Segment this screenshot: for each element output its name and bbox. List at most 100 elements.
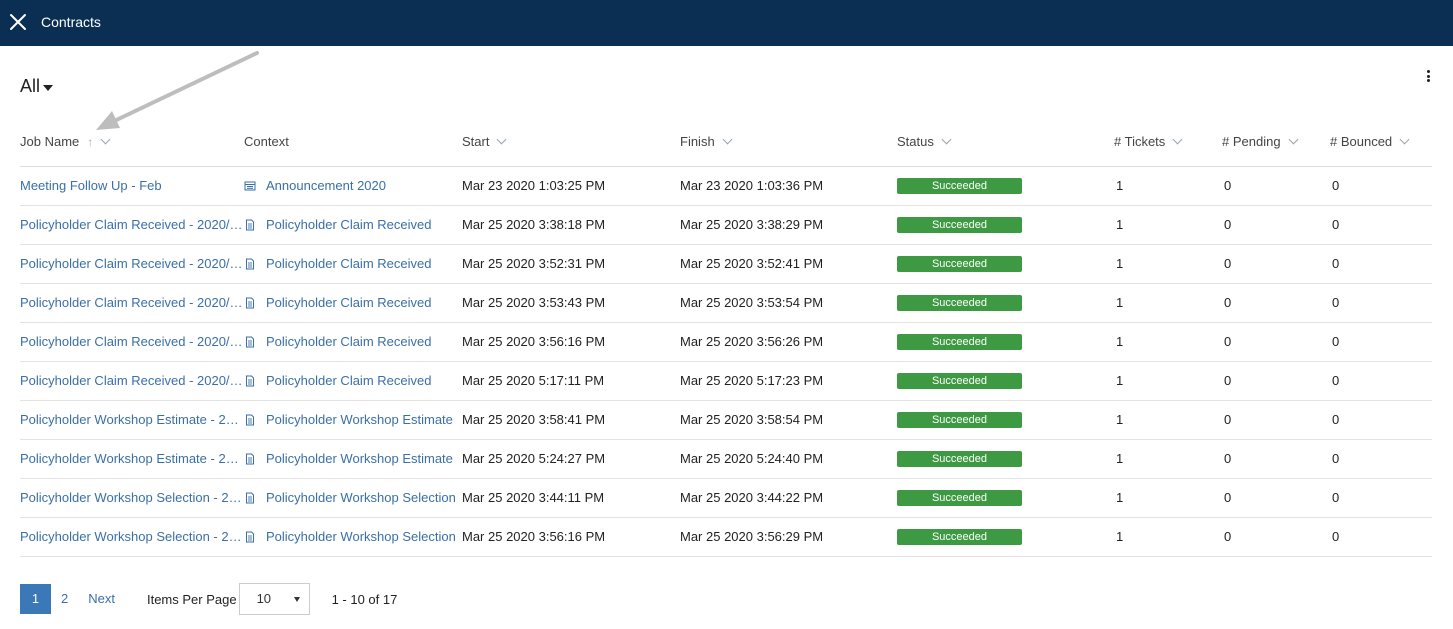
tickets-cell: 1 bbox=[1114, 478, 1222, 518]
table-row[interactable]: Meeting Follow Up - Feb Announcement 2020… bbox=[20, 166, 1432, 206]
table-row[interactable]: Policyholder Workshop Estimate - 2020/03… bbox=[20, 400, 1432, 440]
tickets-cell: 1 bbox=[1114, 322, 1222, 362]
job-name-link[interactable]: Policyholder Workshop Selection - 2020/0… bbox=[20, 478, 244, 518]
context-cell: Policyholder Workshop Estimate bbox=[244, 400, 462, 440]
start-cell: Mar 25 2020 3:56:16 PM bbox=[462, 517, 680, 557]
page-2-button[interactable]: 2 bbox=[51, 584, 78, 614]
job-name-link[interactable]: Policyholder Claim Received - 2020/03/25 bbox=[20, 244, 244, 284]
job-name-link[interactable]: Policyholder Claim Received - 2020/03/25 bbox=[20, 322, 244, 362]
table-row[interactable]: Policyholder Claim Received - 2020/03/25… bbox=[20, 205, 1432, 245]
start-cell: Mar 23 2020 1:03:25 PM bbox=[462, 166, 680, 206]
column-header-bounced[interactable]: # Bounced bbox=[1330, 118, 1432, 167]
page-title: Contracts bbox=[41, 14, 101, 30]
document-icon bbox=[244, 492, 256, 504]
start-cell: Mar 25 2020 5:24:27 PM bbox=[462, 439, 680, 479]
page-1-button[interactable]: 1 bbox=[20, 584, 51, 614]
job-name-link[interactable]: Policyholder Claim Received - 2020/03/25 bbox=[20, 283, 244, 323]
filter-dropdown[interactable]: All bbox=[20, 76, 54, 97]
finish-cell: Mar 25 2020 3:52:41 PM bbox=[680, 244, 897, 284]
column-header-status[interactable]: Status bbox=[897, 118, 1114, 167]
status-badge: Succeeded bbox=[897, 334, 1022, 350]
table-row[interactable]: Policyholder Workshop Estimate - 2020/03… bbox=[20, 439, 1432, 479]
chevron-down-icon[interactable] bbox=[722, 134, 733, 145]
job-name-link[interactable]: Policyholder Claim Received - 2020/03/25 bbox=[20, 361, 244, 401]
context-link[interactable]: Policyholder Workshop Estimate bbox=[266, 412, 453, 427]
table-row[interactable]: Policyholder Workshop Selection - 2020/0… bbox=[20, 517, 1432, 557]
table-row[interactable]: Policyholder Claim Received - 2020/03/25… bbox=[20, 244, 1432, 284]
bounced-cell: 0 bbox=[1330, 439, 1432, 479]
start-cell: Mar 25 2020 3:52:31 PM bbox=[462, 244, 680, 284]
context-link[interactable]: Policyholder Workshop Estimate bbox=[266, 451, 453, 466]
job-name-link[interactable]: Policyholder Claim Received - 2020/03/25 bbox=[20, 205, 244, 245]
context-link[interactable]: Policyholder Workshop Selection bbox=[266, 490, 456, 505]
start-cell: Mar 25 2020 3:44:11 PM bbox=[462, 478, 680, 518]
filter-value: All bbox=[20, 76, 41, 96]
context-link[interactable]: Policyholder Claim Received bbox=[266, 373, 431, 388]
bounced-cell: 0 bbox=[1330, 322, 1432, 362]
chevron-down-icon[interactable] bbox=[1288, 134, 1299, 145]
table-row[interactable]: Policyholder Claim Received - 2020/03/25… bbox=[20, 361, 1432, 401]
start-cell: Mar 25 2020 3:38:18 PM bbox=[462, 205, 680, 245]
chevron-down-icon[interactable] bbox=[1399, 134, 1410, 145]
close-icon[interactable] bbox=[8, 12, 28, 32]
context-cell: Policyholder Claim Received bbox=[244, 244, 462, 284]
status-cell: Succeeded bbox=[897, 361, 1114, 401]
job-name-link[interactable]: Policyholder Workshop Estimate - 2020/03… bbox=[20, 400, 244, 440]
start-cell: Mar 25 2020 3:58:41 PM bbox=[462, 400, 680, 440]
pending-cell: 0 bbox=[1222, 205, 1330, 245]
chevron-down-icon[interactable] bbox=[941, 134, 952, 145]
column-header-label: Finish bbox=[680, 134, 715, 150]
table-row[interactable]: Policyholder Claim Received - 2020/03/25… bbox=[20, 322, 1432, 362]
pending-cell: 0 bbox=[1222, 166, 1330, 206]
job-name-link[interactable]: Policyholder Workshop Estimate - 2020/03… bbox=[20, 439, 244, 479]
table-body: Meeting Follow Up - Feb Announcement 2020… bbox=[20, 166, 1432, 557]
results-range: 1 - 10 of 17 bbox=[331, 591, 398, 607]
jobs-table: Job Name ↑ Context Start Finish Status # Ticke… bbox=[20, 118, 1432, 557]
job-name-link[interactable]: Meeting Follow Up - Feb bbox=[20, 166, 244, 206]
chevron-down-icon[interactable] bbox=[1172, 134, 1183, 145]
context-link[interactable]: Policyholder Claim Received bbox=[266, 295, 431, 310]
column-header-tickets[interactable]: # Tickets bbox=[1114, 118, 1222, 167]
status-badge: Succeeded bbox=[897, 529, 1022, 545]
context-link[interactable]: Policyholder Claim Received bbox=[266, 256, 431, 271]
tickets-cell: 1 bbox=[1114, 205, 1222, 245]
context-cell: Policyholder Workshop Selection bbox=[244, 517, 462, 557]
list-icon bbox=[244, 180, 256, 192]
column-header-label: # Pending bbox=[1222, 134, 1281, 150]
status-badge: Succeeded bbox=[897, 490, 1022, 506]
column-header-pending[interactable]: # Pending bbox=[1222, 118, 1330, 167]
pagination: 1 2 Next Items Per Page 10 1 - 10 of 17 bbox=[20, 583, 397, 615]
finish-cell: Mar 25 2020 5:24:40 PM bbox=[680, 439, 897, 479]
table-header-row: Job Name ↑ Context Start Finish Status # Ticke… bbox=[20, 118, 1432, 167]
finish-cell: Mar 25 2020 3:56:29 PM bbox=[680, 517, 897, 557]
column-header-finish[interactable]: Finish bbox=[680, 118, 897, 167]
chevron-down-icon[interactable] bbox=[497, 134, 507, 145]
context-cell: Policyholder Claim Received bbox=[244, 322, 462, 362]
job-name-link[interactable]: Policyholder Workshop Selection - 2020/0… bbox=[20, 517, 244, 557]
items-per-page-select[interactable]: 10 bbox=[238, 583, 310, 615]
context-link[interactable]: Policyholder Claim Received bbox=[266, 334, 431, 349]
context-cell: Policyholder Workshop Estimate bbox=[244, 439, 462, 479]
context-link[interactable]: Policyholder Claim Received bbox=[266, 217, 431, 232]
next-page-button[interactable]: Next bbox=[78, 584, 125, 614]
more-options-icon[interactable] bbox=[1422, 70, 1434, 86]
pending-cell: 0 bbox=[1222, 400, 1330, 440]
tickets-cell: 1 bbox=[1114, 166, 1222, 206]
bounced-cell: 0 bbox=[1330, 244, 1432, 284]
sort-ascending-icon[interactable]: ↑ bbox=[87, 135, 93, 149]
column-header-job-name[interactable]: Job Name ↑ bbox=[20, 118, 244, 167]
table-row[interactable]: Policyholder Claim Received - 2020/03/25… bbox=[20, 283, 1432, 323]
column-header-context[interactable]: Context bbox=[244, 118, 462, 167]
status-cell: Succeeded bbox=[897, 322, 1114, 362]
chevron-down-icon[interactable] bbox=[100, 134, 111, 145]
document-icon bbox=[244, 375, 256, 387]
caret-down-icon bbox=[293, 597, 300, 602]
column-header-label: # Bounced bbox=[1330, 134, 1393, 150]
status-cell: Succeeded bbox=[897, 166, 1114, 206]
status-badge: Succeeded bbox=[897, 178, 1022, 194]
context-link[interactable]: Announcement 2020 bbox=[266, 178, 386, 193]
table-row[interactable]: Policyholder Workshop Selection - 2020/0… bbox=[20, 478, 1432, 518]
bounced-cell: 0 bbox=[1330, 205, 1432, 245]
column-header-start[interactable]: Start bbox=[462, 118, 680, 167]
context-link[interactable]: Policyholder Workshop Selection bbox=[266, 529, 456, 544]
